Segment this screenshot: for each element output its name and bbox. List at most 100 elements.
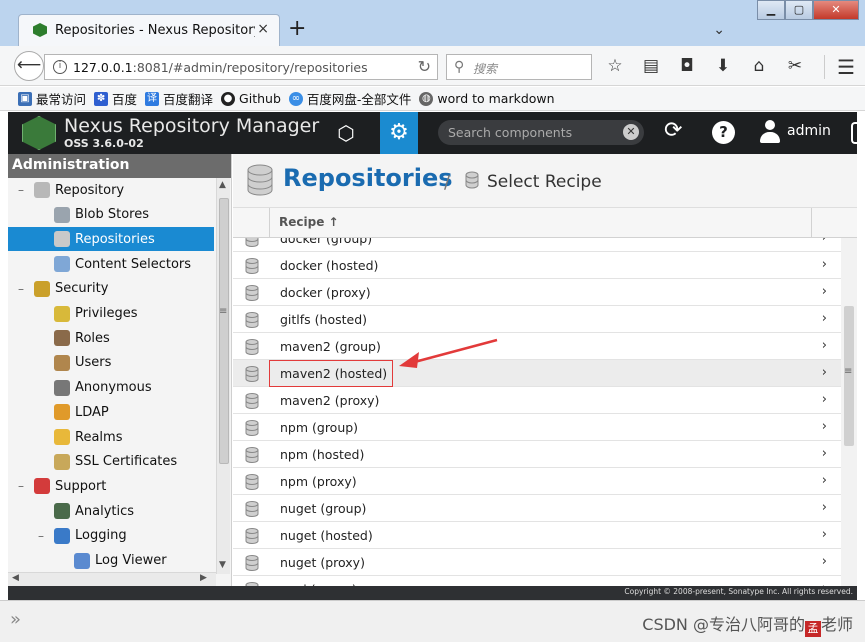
recipe-row[interactable]: nuget (group) › [233,495,841,522]
recipe-row[interactable]: gitlfs (hosted) › [233,306,841,333]
sidebar-item-ldap[interactable]: LDAP [8,400,214,424]
user-name[interactable]: admin [787,123,831,139]
recipe-row[interactable]: maven2 (hosted) › [233,360,841,387]
scroll-down-arrow-icon[interactable]: ▼ [219,560,226,570]
browse-cube-icon[interactable]: ⬡ [333,120,359,146]
menu-icon[interactable]: ☰ [824,55,855,79]
chevron-right-icon[interactable]: › [822,446,827,461]
bookmark-baidu-translate[interactable]: 译百度翻译 [145,89,213,108]
recipe-list-scrollbar[interactable]: ≡ [841,238,857,586]
sidebar-item-realms[interactable]: Realms [8,425,214,449]
chevron-right-icon[interactable]: › [822,284,827,299]
sidebar-item-ssl-certificates[interactable]: SSL Certificates [8,450,214,474]
admin-gear-icon[interactable]: ⚙ [380,112,418,154]
sidebar-item-privileges[interactable]: Privileges [8,302,214,326]
sidebar-item-repositories[interactable]: Repositories [8,227,214,252]
sign-out-icon[interactable] [851,122,857,144]
bookmark-most-visited[interactable]: ▣ 最常访问 [18,89,86,108]
browser-tab[interactable]: Repositories - Nexus Repository M × [18,14,280,46]
bookmark-word-to-markdown[interactable]: ◍ word to markdown [419,91,555,106]
sidebar-item-content-selectors[interactable]: Content Selectors [8,252,214,276]
scroll-right-arrow-icon[interactable]: ▶ [200,573,207,583]
sidebar-item-anonymous[interactable]: Anonymous [8,376,214,400]
database-row-icon [245,420,259,436]
reading-list-icon[interactable]: ▤ [640,54,662,78]
recipe-column-header[interactable]: Recipe ↑ [279,215,339,229]
recipe-row[interactable]: npm (proxy) › [233,468,841,495]
sidebar-item-users[interactable]: Users [8,351,214,375]
clear-search-icon[interactable]: ✕ [623,124,639,140]
sidebar-vertical-scrollbar[interactable]: ▲ ≡ ▼ [216,178,230,574]
bookmark-github[interactable]: ● Github [221,91,281,106]
home-icon[interactable]: ⌂ [748,54,770,78]
recipe-row[interactable]: docker (hosted) › [233,252,841,279]
sidebar-item-support[interactable]: – Support [8,474,214,498]
bookmark-star-icon[interactable]: ☆ [604,54,626,78]
recipe-row[interactable]: maven2 (group) › [233,333,841,360]
sidebar-item-roles[interactable]: Roles [8,326,214,350]
pocket-icon[interactable]: ◘ [676,54,698,78]
toolbar-icons: ☆ ▤ ◘ ⬇ ⌂ ✂ [604,54,806,78]
recipe-row[interactable]: npm (group) › [233,414,841,441]
chevron-right-icon[interactable]: › [822,238,827,245]
recipe-row[interactable]: maven2 (proxy) › [233,387,841,414]
new-tab-button[interactable]: + [288,18,306,40]
list-tabs-chevron-icon[interactable]: ⌄ [713,22,725,38]
close-window-button[interactable]: ✕ [813,0,859,20]
url-bar[interactable]: i 127.0.0.1:8081/#admin/repository/repos… [44,54,438,80]
collapse-toggle-icon[interactable]: – [38,529,48,543]
recipe-row[interactable]: npm (hosted) › [233,441,841,468]
sidebar-item-repository[interactable]: – Repository [8,178,214,202]
chevron-right-icon[interactable]: › [822,257,827,272]
sidebar-item-security[interactable]: – Security [8,277,214,301]
bookmark-baidu[interactable]: ✽ 百度 [94,89,137,108]
scroll-left-arrow-icon[interactable]: ◀ [12,573,19,583]
chevron-right-icon[interactable]: › [822,338,827,353]
screenshot-icon[interactable]: ✂ [784,54,806,78]
help-icon[interactable]: ? [712,121,735,144]
collapse-toggle-icon[interactable]: – [18,183,28,197]
collapse-toggle-icon[interactable]: – [18,282,28,296]
download-icon[interactable]: ⬇ [712,54,734,78]
sidebar-item-icon [54,231,70,248]
sidebar-item-label: Users [75,355,112,371]
collapse-toggle-icon[interactable]: – [18,479,28,493]
status-bar: » CSDN @专治八阿哥的孟老师 [0,600,865,642]
recipe-row[interactable]: pypi (group)› [233,576,841,586]
recipe-row[interactable]: nuget (hosted) › [233,522,841,549]
chevron-right-icon[interactable]: › [822,500,827,515]
user-icon[interactable] [759,120,781,144]
chevron-right-icon[interactable]: › [822,365,827,380]
bookmark-baidu-pan[interactable]: ∞ 百度网盘-全部文件 [288,89,411,108]
tab-close-icon[interactable]: × [257,21,269,37]
site-info-icon[interactable]: i [53,60,67,74]
chevron-right-icon[interactable]: › [822,527,827,542]
scroll-thumb[interactable] [219,198,229,464]
recipe-row[interactable]: docker (proxy) › [233,279,841,306]
refresh-icon[interactable]: ⟳ [664,118,682,143]
breadcrumb-separator: / [444,172,451,193]
chevron-right-icon[interactable]: › [822,392,827,407]
reload-icon[interactable]: ↻ [418,57,431,76]
chevron-right-icon[interactable]: › [822,473,827,488]
recipe-row[interactable]: docker (group) › [233,238,841,252]
sidebar-horizontal-scrollbar[interactable]: ◀ ▶ [8,572,216,586]
recipe-row[interactable]: nuget (proxy) › [233,549,841,576]
page-title[interactable]: Repositories [283,164,453,192]
browser-search-input[interactable]: ⚲ 搜索 [446,54,592,80]
chevron-right-icon[interactable]: › [822,311,827,326]
sidebar-item-blob-stores[interactable]: Blob Stores [8,203,214,227]
chevron-right-icon[interactable]: › [822,554,827,569]
minimize-button[interactable]: ▁ [757,0,785,20]
sidebar-item-logging[interactable]: – Logging [8,524,214,548]
sidebar-item-log-viewer[interactable]: Log Viewer [8,549,214,573]
chevron-right-icon[interactable]: › [822,419,827,434]
expand-chevron-icon[interactable]: » [10,609,21,630]
sidebar-item-analytics[interactable]: Analytics [8,499,214,523]
maximize-button[interactable]: ▢ [785,0,813,20]
recipe-name: npm (hosted) [280,447,365,462]
scroll-up-arrow-icon[interactable]: ▲ [219,180,226,190]
back-button[interactable]: ⟵ [14,51,44,81]
github-icon: ● [221,91,236,106]
search-components-input[interactable]: Search components ✕ [438,120,644,145]
